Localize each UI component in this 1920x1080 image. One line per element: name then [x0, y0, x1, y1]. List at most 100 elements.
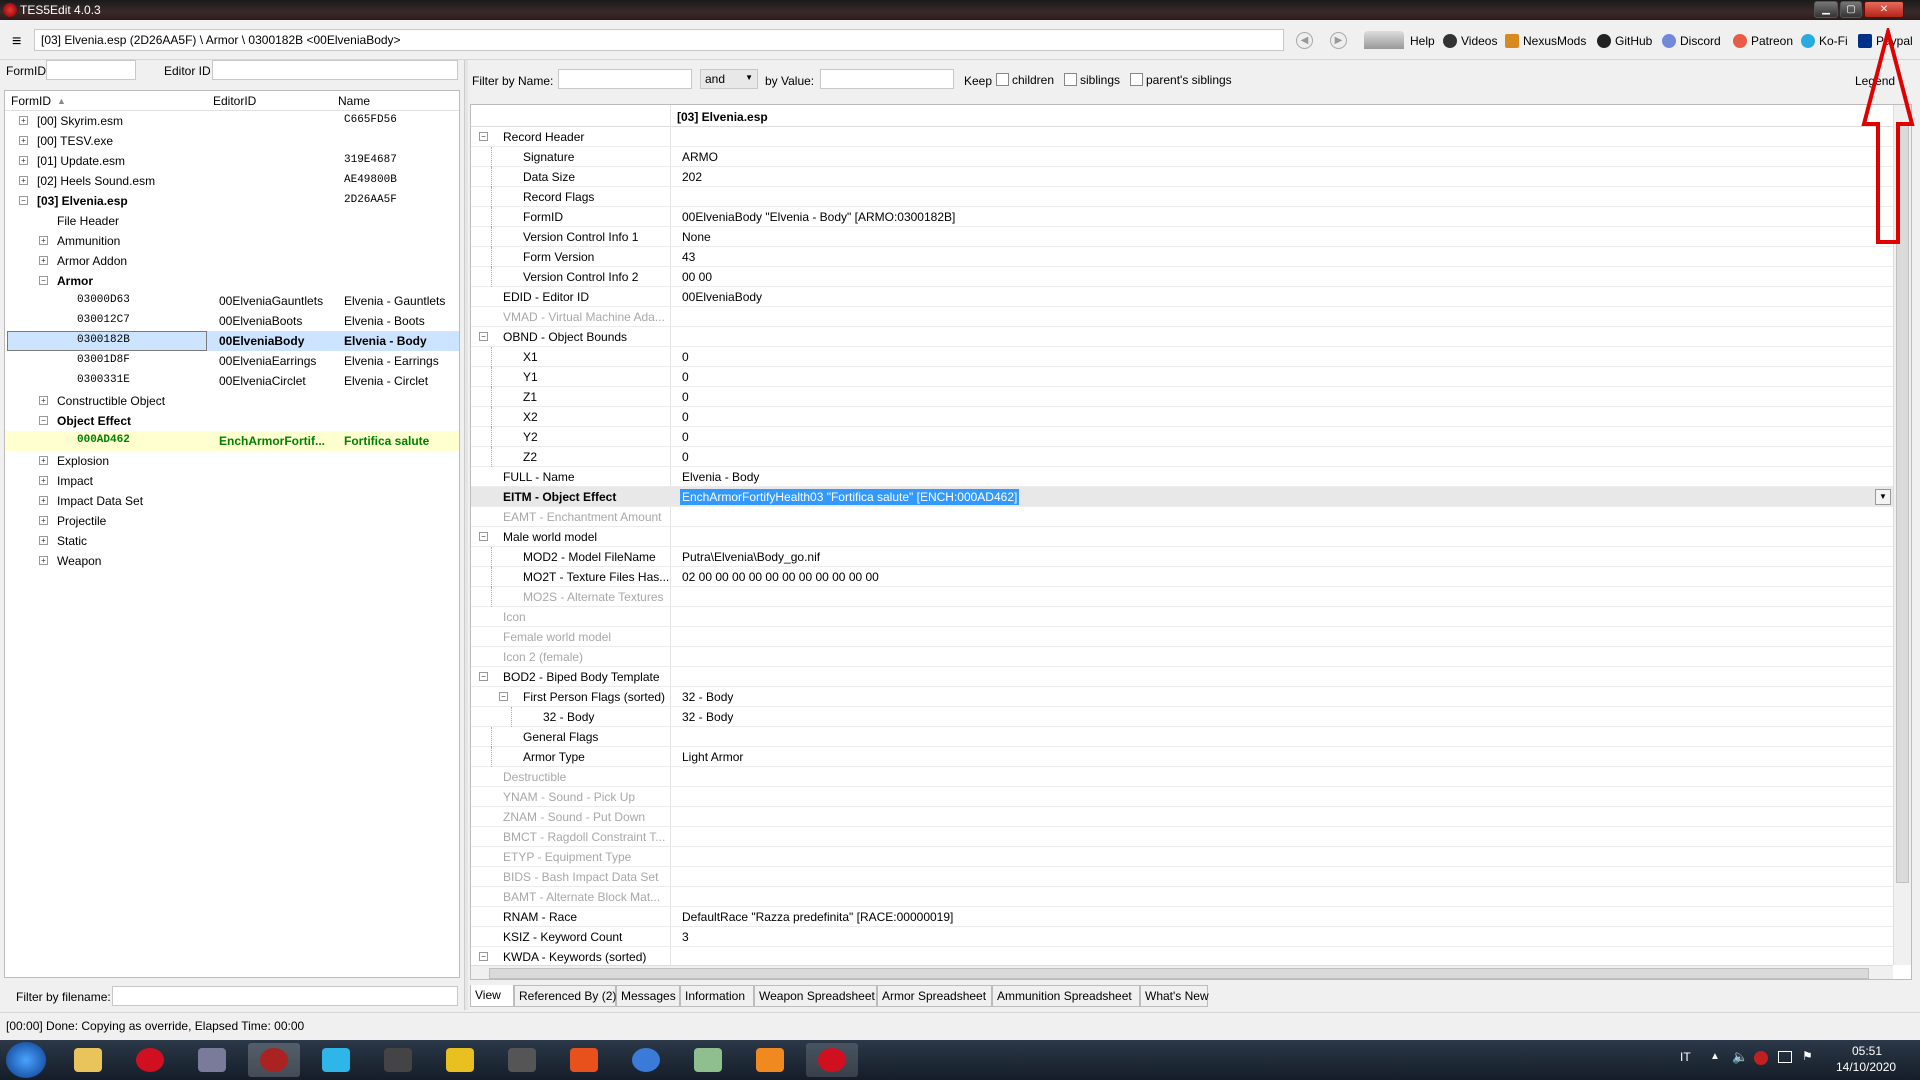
xmind-taskbar-button[interactable] [744, 1043, 796, 1077]
grid-row[interactable]: FULL - Name Elvenia - Body [471, 467, 1893, 487]
collapse-icon[interactable]: − [479, 952, 488, 961]
hscroll-thumb[interactable] [489, 968, 1869, 979]
forward-icon[interactable]: ▶ [1330, 32, 1347, 49]
grid-row[interactable]: BMCT - Ragdoll Constraint T... [471, 827, 1893, 847]
notes-taskbar-button[interactable] [434, 1043, 486, 1077]
antivirus-icon[interactable] [1754, 1051, 1768, 1065]
grid-row[interactable]: ZNAM - Sound - Put Down [471, 807, 1893, 827]
grid-row[interactable]: Female world model [471, 627, 1893, 647]
siblings-checkbox[interactable] [1064, 73, 1077, 86]
ffdec-taskbar-button[interactable] [620, 1043, 672, 1077]
col-name[interactable]: Name [338, 94, 370, 108]
book-icon[interactable] [1364, 31, 1404, 49]
grid-row[interactable]: − BOD2 - Biped Body Template [471, 667, 1893, 687]
grid-row[interactable]: Form Version 43 [471, 247, 1893, 267]
grid-horizontal-scrollbar[interactable] [471, 965, 1893, 979]
expand-icon[interactable]: + [19, 156, 28, 165]
col-editorid[interactable]: EditorID [213, 94, 256, 108]
grid-row[interactable]: Icon [471, 607, 1893, 627]
grid-row[interactable]: MOD2 - Model FileName Putra\Elvenia\Body_… [471, 547, 1893, 567]
collapse-icon[interactable]: − [19, 196, 28, 205]
parents-siblings-checkbox[interactable] [1130, 73, 1143, 86]
tree-row[interactable]: + [00] TESV.exe [5, 131, 459, 151]
tree-row[interactable]: File Header [5, 211, 459, 231]
grid-row[interactable]: − First Person Flags (sorted) 32 - Body [471, 687, 1893, 707]
grid-row[interactable]: Version Control Info 1 None [471, 227, 1893, 247]
volume-icon[interactable]: 🔈 [1732, 1049, 1748, 1065]
tree-row[interactable]: − Object Effect [5, 411, 459, 431]
tree-row[interactable]: 0300331E 00ElveniaCirclet Elvenia - Circle… [5, 371, 459, 391]
col-formid[interactable]: FormID [11, 94, 51, 108]
tree-row[interactable]: + [00] Skyrim.esm C665FD56 [5, 111, 459, 131]
clock-date[interactable]: 14/10/2020 [1836, 1060, 1896, 1074]
tree-row[interactable]: 030012C7 00ElveniaBoots Elvenia - Boots [5, 311, 459, 331]
grid-row[interactable]: Destructible [471, 767, 1893, 787]
grid-row[interactable]: Y2 0 [471, 427, 1893, 447]
start-button[interactable] [6, 1042, 46, 1078]
expand-icon[interactable]: + [19, 136, 28, 145]
editor-taskbar-button[interactable] [496, 1043, 548, 1077]
expand-icon[interactable]: + [39, 556, 48, 565]
grid-row[interactable]: X1 0 [471, 347, 1893, 367]
expand-icon[interactable]: + [39, 516, 48, 525]
chevron-down-icon[interactable]: ▼ [1875, 489, 1891, 505]
tree-row[interactable]: + Constructible Object [5, 391, 459, 411]
tree-row[interactable]: + Projectile [5, 511, 459, 531]
tree-row[interactable]: + Explosion [5, 451, 459, 471]
filter-value-input[interactable] [820, 69, 954, 89]
back-icon[interactable]: ◀ [1296, 32, 1313, 49]
grid-row[interactable]: MO2T - Texture Files Has... 02 00 00 00 0… [471, 567, 1893, 587]
record-path-field[interactable]: [03] Elvenia.esp (2D26AA5F) \ Armor \ 03… [34, 29, 1284, 51]
grid-row[interactable]: BAMT - Alternate Block Mat... [471, 887, 1893, 907]
clock-time[interactable]: 05:51 [1852, 1044, 1882, 1058]
collapse-icon[interactable]: − [479, 672, 488, 681]
grid-row[interactable]: MO2S - Alternate Textures [471, 587, 1893, 607]
tree-row[interactable]: − [03] Elvenia.esp 2D26AA5F [5, 191, 459, 211]
grid-row[interactable]: Record Flags [471, 187, 1893, 207]
grid-row[interactable]: − OBND - Object Bounds [471, 327, 1893, 347]
media-taskbar-button[interactable] [372, 1043, 424, 1077]
grid-row[interactable]: Armor Type Light Armor [471, 747, 1893, 767]
tab-4[interactable]: Weapon Spreadsheet [754, 985, 877, 1007]
kofi-link[interactable]: Ko-Fi [1801, 34, 1848, 48]
grid-row[interactable]: EITM - Object Effect ▼ EnchArmorFortifyHea… [471, 487, 1893, 507]
tab-6[interactable]: Ammunition Spreadsheet [992, 985, 1140, 1007]
grid-row[interactable]: VMAD - Virtual Machine Ada... [471, 307, 1893, 327]
grid-row[interactable]: Z1 0 [471, 387, 1893, 407]
grid-row[interactable]: Icon 2 (female) [471, 647, 1893, 667]
grid-row[interactable]: YNAM - Sound - Pick Up [471, 787, 1893, 807]
tree-row[interactable]: + Static [5, 531, 459, 551]
network-icon[interactable] [1778, 1051, 1792, 1063]
expand-icon[interactable]: + [39, 256, 48, 265]
expand-icon[interactable]: + [39, 396, 48, 405]
grid-row[interactable]: EDID - Editor ID 00ElveniaBody [471, 287, 1893, 307]
tree-row[interactable]: 03000D63 00ElveniaGauntlets Elvenia - Gaun… [5, 291, 459, 311]
maximize-button[interactable]: ▢ [1840, 1, 1862, 18]
tree-row[interactable]: + Impact [5, 471, 459, 491]
tree-row[interactable]: 03001D8F 00ElveniaEarrings Elvenia - Earri… [5, 351, 459, 371]
editorid-input[interactable] [212, 60, 458, 80]
expand-icon[interactable]: + [39, 476, 48, 485]
tab-2[interactable]: Messages [616, 985, 680, 1007]
collapse-icon[interactable]: − [499, 692, 508, 701]
filter-filename-input[interactable] [112, 986, 458, 1006]
tree-row[interactable]: + Armor Addon [5, 251, 459, 271]
grid-row[interactable]: − Record Header [471, 127, 1893, 147]
grid-row[interactable]: Signature ARMO [471, 147, 1893, 167]
foxit-taskbar-button[interactable] [558, 1043, 610, 1077]
splitter[interactable] [464, 60, 468, 1010]
explorer-taskbar-button[interactable] [62, 1043, 114, 1077]
grid-row[interactable]: − Male world model [471, 527, 1893, 547]
grid-row[interactable]: KSIZ - Keyword Count 3 [471, 927, 1893, 947]
children-checkbox[interactable] [996, 73, 1009, 86]
menu-icon[interactable]: ≡ [12, 33, 21, 51]
tab-5[interactable]: Armor Spreadsheet [877, 985, 992, 1007]
collapse-icon[interactable]: − [479, 332, 488, 341]
expand-icon[interactable]: + [39, 536, 48, 545]
tes5edit-taskbar-button[interactable] [248, 1043, 300, 1077]
collapse-icon[interactable]: − [39, 416, 48, 425]
record-grid[interactable]: [03] Elvenia.esp − Record Header Signature… [470, 104, 1912, 980]
app3-taskbar-button[interactable] [186, 1043, 238, 1077]
collapse-icon[interactable]: − [39, 276, 48, 285]
grid-row[interactable]: Y1 0 [471, 367, 1893, 387]
